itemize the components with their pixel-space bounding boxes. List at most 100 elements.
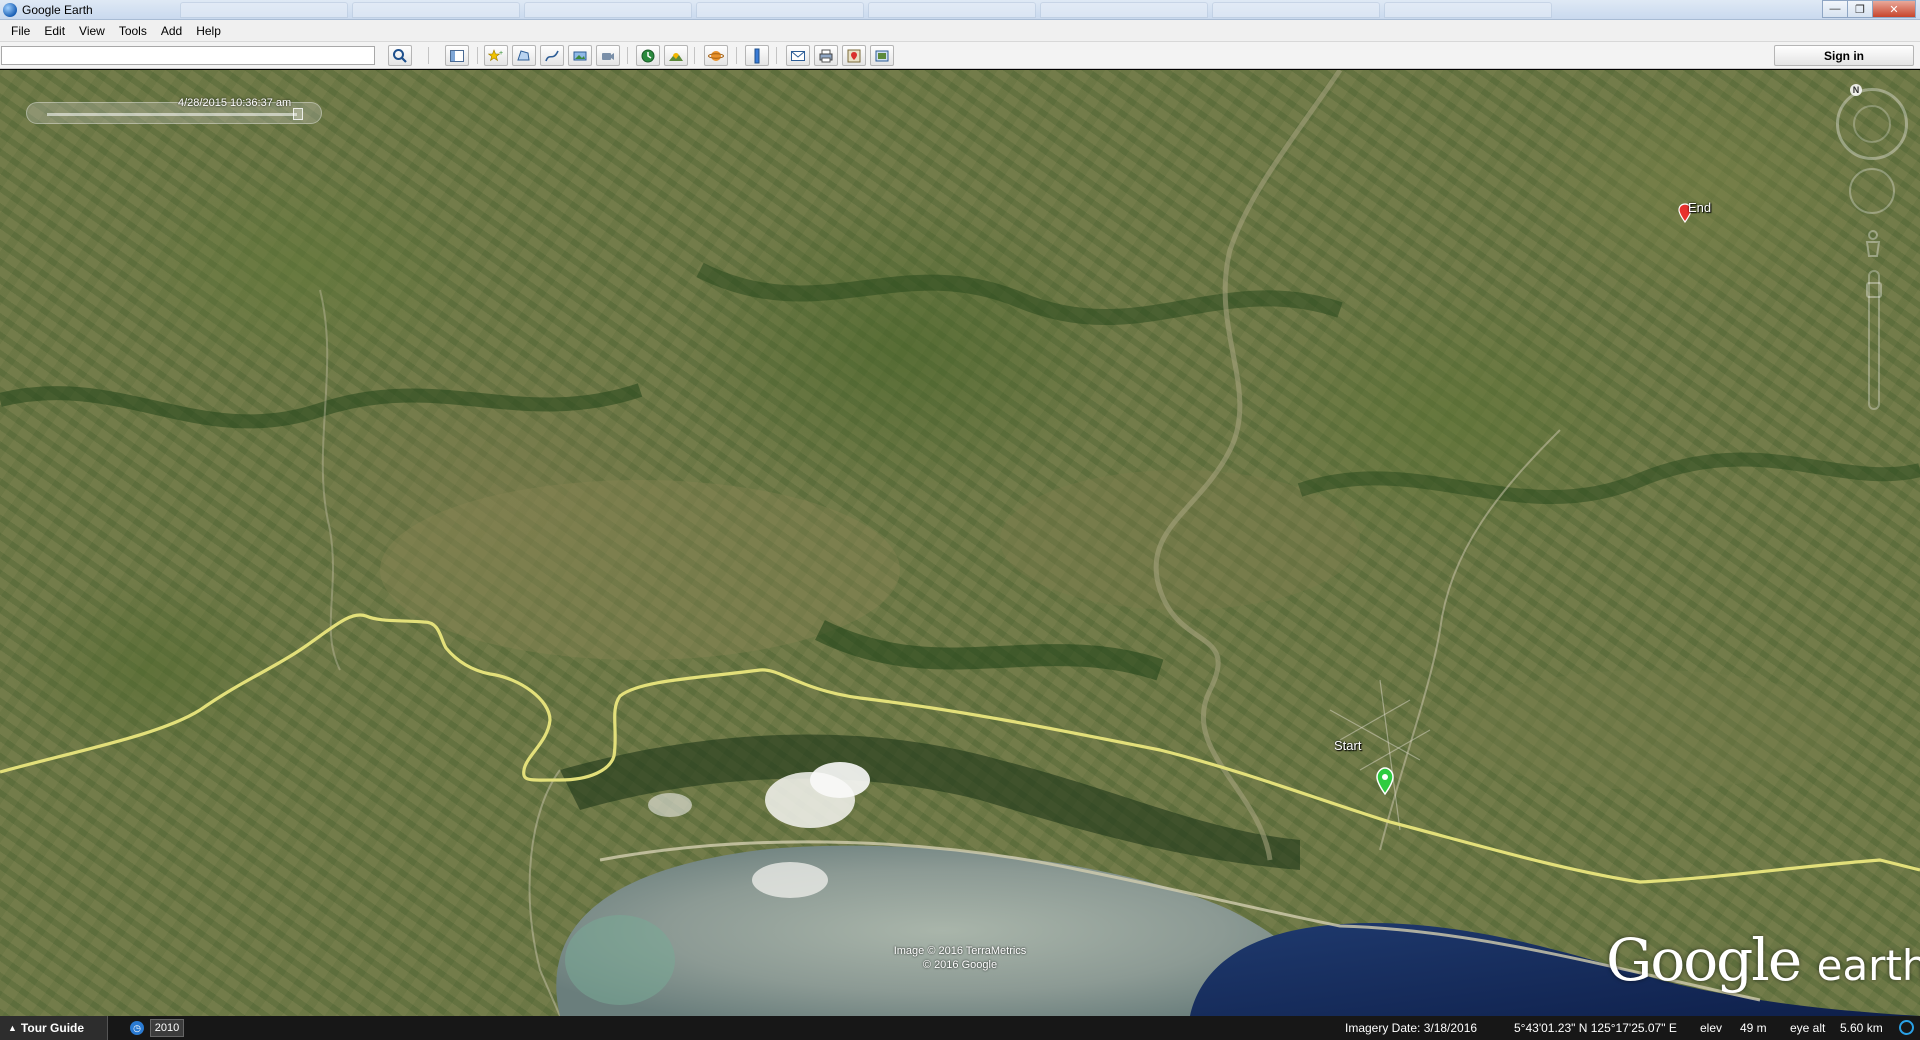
background-tab <box>352 2 520 18</box>
street-view-pegman-icon[interactable] <box>1864 230 1882 258</box>
time-slider-timestamp: 4/28/2015 10:36:37 am <box>178 97 292 109</box>
window-controls: — ❐ ✕ <box>1822 0 1916 18</box>
minimize-button[interactable]: — <box>1822 0 1848 18</box>
menu-view[interactable]: View <box>72 24 112 38</box>
compass-inner-ring <box>1853 105 1891 143</box>
close-button[interactable]: ✕ <box>1872 0 1916 18</box>
minimize-icon: — <box>1829 3 1841 15</box>
elevation-value: 49 m <box>1740 1021 1767 1035</box>
cloud <box>752 862 828 898</box>
google-earth-logo: Google earth <box>1606 926 1920 994</box>
logo-earth-text: earth <box>1816 941 1920 990</box>
menu-bar: File Edit View Tools Add Help <box>0 20 1920 42</box>
print-button[interactable] <box>814 45 838 66</box>
planet-icon <box>708 50 724 61</box>
background-tab <box>180 2 348 18</box>
forest-ridge <box>815 620 1164 681</box>
eye-altitude-value: 5.60 km <box>1840 1021 1883 1035</box>
placemark-icon: + <box>488 48 503 61</box>
imagery-copyright: Image © 2016 TerraMetrics © 2016 Google <box>860 944 1060 972</box>
pointer-coordinates: 5°43'01.23" N 125°17'25.07" E <box>1514 1021 1677 1035</box>
menu-help[interactable]: Help <box>189 24 228 38</box>
sign-in-button[interactable]: Sign in <box>1774 45 1914 66</box>
add-image-overlay-button[interactable] <box>568 45 592 66</box>
background-taskbar-tabs <box>180 2 1552 19</box>
toolbar-separator <box>694 47 695 64</box>
add-polygon-button[interactable] <box>512 45 536 66</box>
close-icon: ✕ <box>1889 3 1899 16</box>
search-input[interactable] <box>1 46 375 65</box>
tour-guide-button[interactable]: ▲ Tour Guide <box>0 1016 108 1040</box>
background-tab <box>1212 2 1380 18</box>
forest-ridge <box>696 262 1343 326</box>
time-slider-handle[interactable] <box>293 108 303 120</box>
background-tab <box>696 2 864 18</box>
add-placemark-button[interactable]: + <box>484 45 508 66</box>
email-button[interactable] <box>786 45 810 66</box>
ruler-button[interactable] <box>745 45 769 66</box>
time-slider-track <box>47 113 297 116</box>
polygon-icon <box>517 49 530 60</box>
view-in-maps-button[interactable] <box>842 45 866 66</box>
map-view[interactable]: Start End 4/28/2015 10:36:37 am N Image … <box>0 70 1920 1016</box>
elevation-label: elev <box>1700 1021 1723 1035</box>
tour-guide-label: Tour Guide <box>20 1021 85 1035</box>
tour-guide-icon: ▲ <box>8 1023 17 1033</box>
copyright-line-google: © 2016 Google <box>922 959 998 971</box>
sidebar-icon <box>450 49 464 62</box>
background-tab <box>1040 2 1208 18</box>
search-button[interactable] <box>388 45 412 66</box>
north-up-icon[interactable]: N <box>1850 84 1862 96</box>
toolbar-separator <box>736 47 737 64</box>
image-overlay-icon <box>573 51 587 60</box>
menu-edit[interactable]: Edit <box>37 24 72 38</box>
menu-tools[interactable]: Tools <box>112 24 154 38</box>
imagery-date: Imagery Date: 3/18/2016 <box>1345 1021 1478 1035</box>
end-placemark-label[interactable]: End <box>1688 200 1711 215</box>
start-placemark-pin[interactable] <box>1376 767 1394 796</box>
status-bar: ▲ Tour Guide ◷ 2010 Imagery Date: 3/18/2… <box>0 1016 1920 1040</box>
start-placemark-label[interactable]: Start <box>1334 738 1361 753</box>
historical-imagery-year[interactable]: 2010 <box>150 1019 184 1037</box>
secondary-road <box>319 289 341 671</box>
maps-icon <box>847 49 861 62</box>
record-tour-icon <box>602 52 614 60</box>
toolbar-separator <box>776 47 777 64</box>
compass-navigation-control[interactable] <box>1836 88 1908 160</box>
toolbar-separator <box>627 47 628 64</box>
restore-button[interactable]: ❐ <box>1847 0 1873 18</box>
save-image-button[interactable] <box>870 45 894 66</box>
toolbar-separator <box>477 47 478 64</box>
window-title: Google Earth <box>22 2 93 17</box>
add-path-button[interactable] <box>540 45 564 66</box>
google-earth-app-icon <box>3 2 17 17</box>
sunlight-button[interactable] <box>664 45 688 66</box>
background-tab <box>1384 2 1552 18</box>
menu-add[interactable]: Add <box>154 24 189 38</box>
zoom-slider-handle[interactable] <box>1866 282 1882 298</box>
forest-ridge <box>1297 452 1920 505</box>
restore-icon: ❐ <box>1855 3 1865 16</box>
copyright-line-terrametrics: Image © 2016 TerraMetrics <box>893 945 1027 957</box>
sunlight-icon <box>669 52 683 61</box>
secondary-road <box>528 769 561 1016</box>
look-joystick-control[interactable] <box>1849 168 1895 214</box>
background-tab <box>868 2 1036 18</box>
toolbar: + Sign in <box>0 42 1920 69</box>
terrain-overlay <box>0 70 1920 1016</box>
save-image-icon <box>875 50 889 61</box>
toolbar-separator <box>428 47 429 64</box>
background-tab <box>524 2 692 18</box>
sidebar-toggle-button[interactable] <box>445 45 469 66</box>
logo-google-text: Google <box>1606 926 1802 994</box>
record-tour-button[interactable] <box>596 45 620 66</box>
terrain-patch <box>1450 670 1850 790</box>
streaming-progress-icon <box>1899 1020 1914 1035</box>
cloud <box>810 762 870 798</box>
historical-imagery-clock-icon[interactable]: ◷ <box>130 1021 144 1035</box>
switch-planet-button[interactable] <box>704 45 728 66</box>
historical-imagery-button[interactable] <box>636 45 660 66</box>
shallow-reef <box>565 915 675 1005</box>
menu-file[interactable]: File <box>4 24 37 38</box>
email-icon <box>791 50 805 61</box>
